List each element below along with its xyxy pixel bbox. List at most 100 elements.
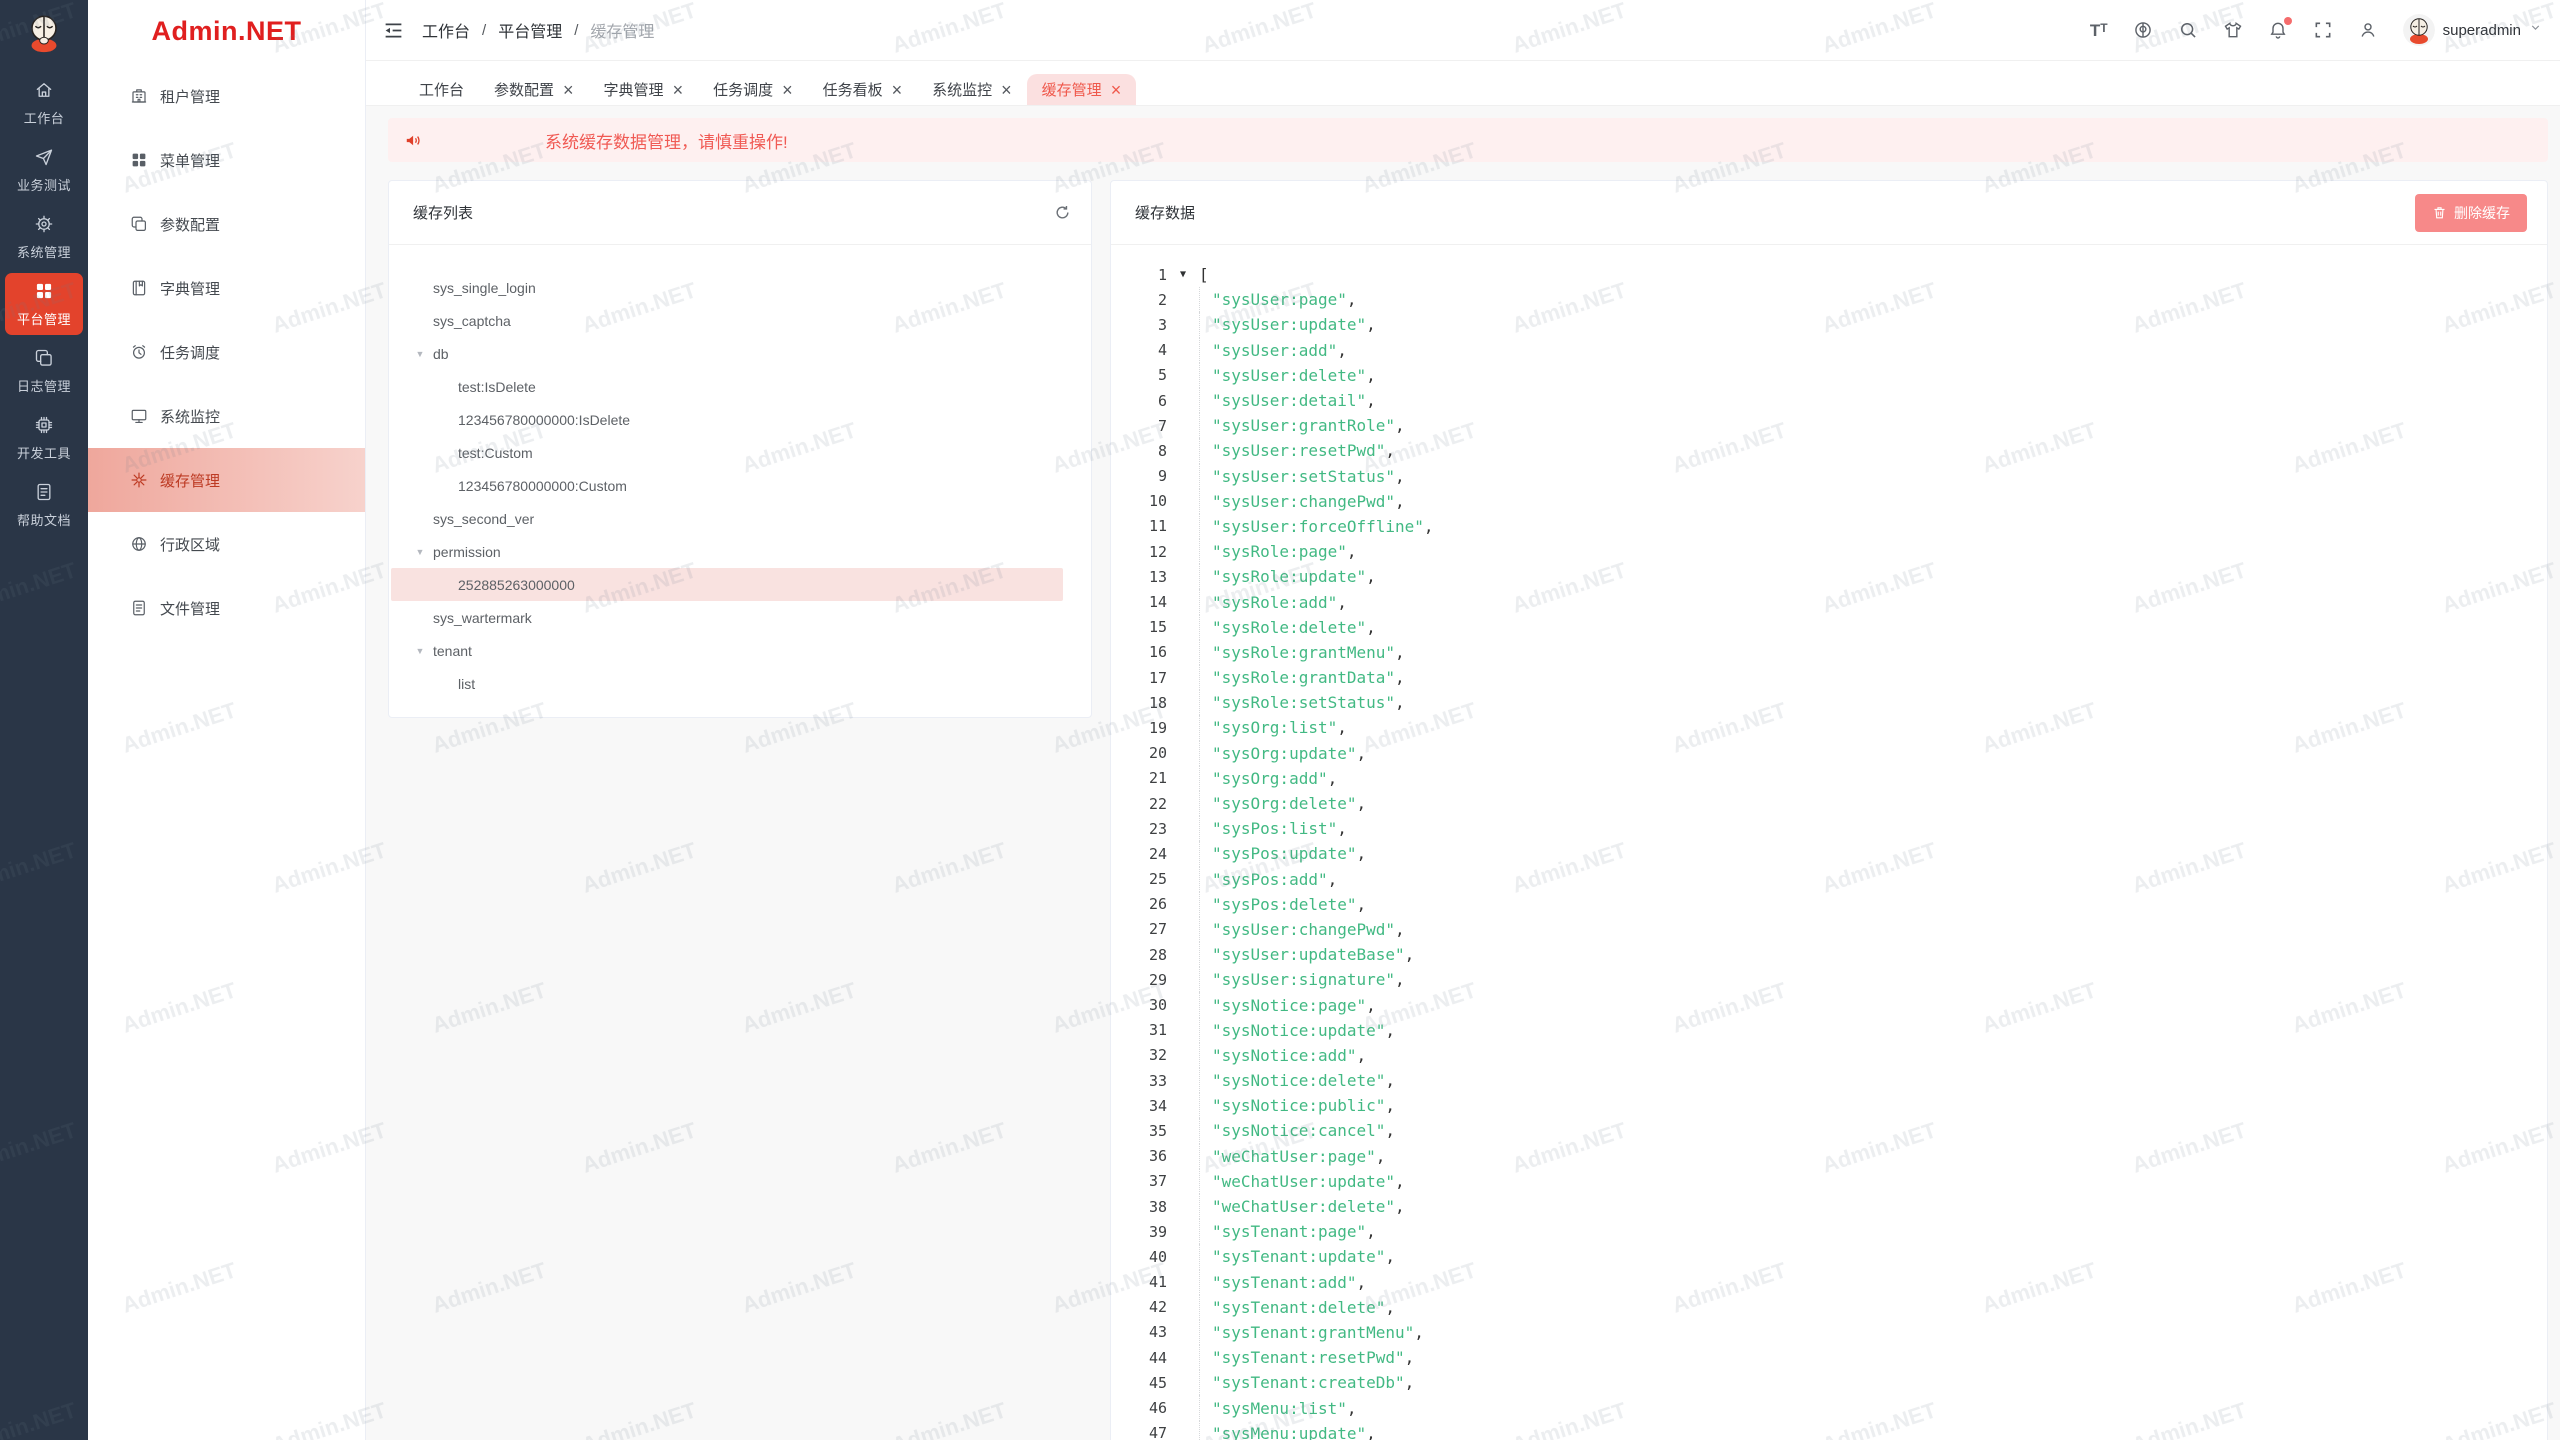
tab-item[interactable]: 系统监控× [917, 74, 1027, 105]
font-size-icon[interactable]: TT [2090, 22, 2108, 39]
sidebar-item[interactable]: 参数配置 [88, 192, 365, 256]
tab-close-icon[interactable]: × [1111, 81, 1122, 99]
tree-node[interactable]: test:IsDelete [391, 370, 1063, 403]
tree-node[interactable]: sys_single_login [391, 271, 1063, 304]
building-icon [130, 87, 148, 105]
tab-item[interactable]: 缓存管理 × [1027, 74, 1137, 105]
tab-item[interactable]: 参数配置× [479, 74, 589, 105]
tree-expand-icon[interactable]: ▼ [407, 547, 433, 557]
line-number: 13 [1111, 564, 1167, 589]
line-number: 29 [1111, 967, 1167, 992]
breadcrumb-item[interactable]: 工作台 [422, 18, 470, 42]
tab-close-icon[interactable]: × [782, 81, 793, 99]
tree-node[interactable]: 123456780000000:IsDelete [391, 403, 1063, 436]
app-logo-mascot-icon[interactable] [21, 10, 67, 56]
sidebar-item[interactable]: 行政区域 [88, 512, 365, 576]
tab-close-icon[interactable]: × [563, 81, 574, 99]
tree-node[interactable]: test:Custom [391, 436, 1063, 469]
tab-close-icon[interactable]: × [673, 81, 684, 99]
code-line: 5"sysUser:delete", [1111, 363, 2547, 388]
sidebar-item-label: 系统监控 [160, 406, 220, 427]
rail-item-chip[interactable]: 开发工具 [5, 407, 83, 469]
tab-item[interactable]: 字典管理× [589, 74, 699, 105]
sidebar-item[interactable]: 租户管理 [88, 64, 365, 128]
rail-item-label: 帮助文档 [5, 510, 83, 529]
tree-node[interactable]: list [391, 667, 1063, 700]
line-number: 3 [1111, 312, 1167, 337]
breadcrumb-item[interactable]: 缓存管理 [590, 18, 654, 42]
line-number: 32 [1111, 1043, 1167, 1068]
fullscreen-icon[interactable] [2313, 20, 2333, 40]
tree-node-label: 252885263000000 [458, 577, 575, 593]
rail-item-copy[interactable]: 日志管理 [5, 340, 83, 402]
refresh-icon[interactable] [1054, 204, 1071, 221]
tree-node[interactable]: 252885263000000 [391, 568, 1063, 601]
tree-node[interactable]: sys_wartermark [391, 601, 1063, 634]
tab-item[interactable]: 任务看板× [808, 74, 918, 105]
logo-text[interactable]: Admin.NET [88, 0, 365, 62]
clock-icon [130, 343, 148, 361]
line-number: 30 [1111, 992, 1167, 1017]
tab-close-icon[interactable]: × [1001, 81, 1012, 99]
tree-node[interactable]: sys_second_ver [391, 502, 1063, 535]
tree-node[interactable]: 123456780000000:Custom [391, 469, 1063, 502]
tree-node-label: test:Custom [458, 445, 533, 461]
code-line: 11"sysUser:forceOffline", [1111, 514, 2547, 539]
line-number: 12 [1111, 539, 1167, 564]
search-icon[interactable] [2178, 20, 2198, 40]
code-line: 40"sysTenant:update", [1111, 1244, 2547, 1269]
tree-node[interactable]: ▼db [391, 337, 1063, 370]
fold-arrow-icon[interactable]: ▼ [1167, 262, 1199, 287]
speaker-icon [404, 131, 423, 150]
rail-item-doc[interactable]: 帮助文档 [5, 474, 83, 536]
content: 系统缓存数据管理，请慎重操作! 缓存列表 sys_single_loginsys… [366, 104, 2560, 1440]
tree-node-label: sys_single_login [433, 280, 536, 296]
code-line: 28"sysUser:updateBase", [1111, 942, 2547, 967]
tab-close-icon[interactable]: × [892, 81, 903, 99]
code-line: 36"weChatUser:page", [1111, 1144, 2547, 1169]
user-menu[interactable]: superadmin [2403, 14, 2542, 46]
code-line: 13"sysRole:update", [1111, 564, 2547, 589]
delete-cache-button[interactable]: 删除缓存 [2415, 194, 2527, 232]
sidebar-item[interactable]: 字典管理 [88, 256, 365, 320]
rail-item-gear[interactable]: 系统管理 [5, 206, 83, 268]
sidebar-item[interactable]: 菜单管理 [88, 128, 365, 192]
line-number: 43 [1111, 1320, 1167, 1345]
code-line: 30"sysNotice:page", [1111, 992, 2547, 1017]
grid-icon [130, 151, 148, 169]
sidebar-item[interactable]: 文件管理 [88, 576, 365, 640]
language-icon[interactable] [2133, 20, 2153, 40]
rail-item-home[interactable]: 工作台 [5, 72, 83, 134]
tree-node[interactable]: sys_captcha [391, 304, 1063, 337]
line-number: 6 [1111, 388, 1167, 413]
tree-expand-icon[interactable]: ▼ [407, 349, 433, 359]
line-number: 18 [1111, 690, 1167, 715]
globe-icon [130, 535, 148, 553]
tree-node-label: sys_second_ver [433, 511, 534, 527]
menu-fold-icon[interactable] [383, 20, 404, 41]
sidebar-item[interactable]: 系统监控 [88, 384, 365, 448]
sidebar-item[interactable]: 缓存管理 [88, 448, 365, 512]
tree-node-label: db [433, 346, 449, 362]
sidebar-item[interactable]: 任务调度 [88, 320, 365, 384]
theme-shirt-icon[interactable] [2223, 20, 2243, 40]
notification-bell-icon[interactable] [2268, 20, 2288, 40]
tab-item[interactable]: 工作台 [404, 74, 479, 105]
code-line: 41"sysTenant:add", [1111, 1270, 2547, 1295]
tab-item[interactable]: 任务调度× [698, 74, 808, 105]
line-number: 47 [1111, 1421, 1167, 1440]
user-icon[interactable] [2358, 20, 2378, 40]
tree-expand-icon[interactable]: ▼ [407, 646, 433, 656]
rail-item-plane[interactable]: 业务测试 [5, 139, 83, 201]
code-line: 16"sysRole:grantMenu", [1111, 640, 2547, 665]
rail-item-grid[interactable]: 平台管理 [5, 273, 83, 335]
sidebar-item-label: 任务调度 [160, 342, 220, 363]
breadcrumb-item[interactable]: 平台管理 [498, 18, 562, 42]
tree-node[interactable]: ▼tenant [391, 634, 1063, 667]
tab-label: 缓存管理 [1042, 79, 1102, 100]
tree-node[interactable]: ▼permission [391, 535, 1063, 568]
json-code-viewer[interactable]: 1▼[2"sysUser:page",3"sysUser:update",4"s… [1111, 245, 2547, 1440]
cache-data-header: 缓存数据 删除缓存 [1111, 181, 2547, 245]
code-line: 37"weChatUser:update", [1111, 1169, 2547, 1194]
rail-item-label: 系统管理 [5, 242, 83, 261]
